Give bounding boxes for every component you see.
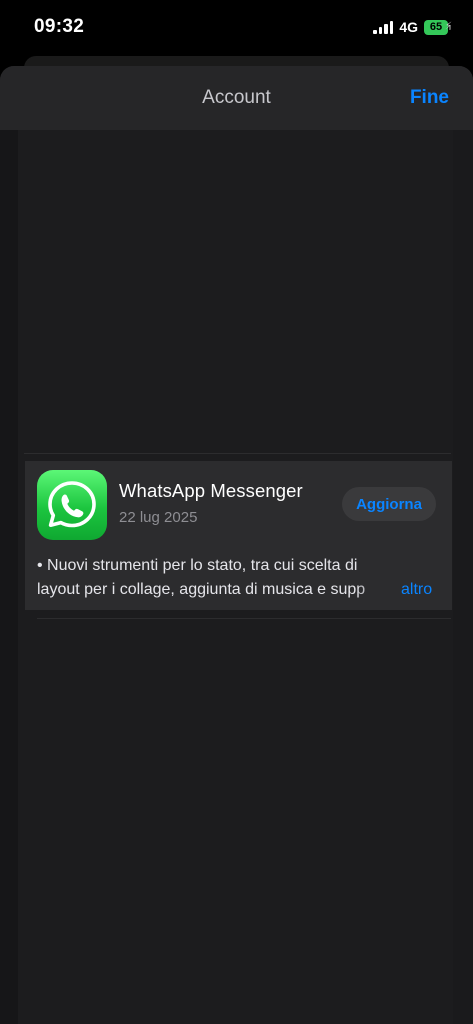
release-notes-line: • Nuovi strumenti per lo stato, tra cui …: [37, 557, 358, 574]
left-edge: [0, 130, 18, 1024]
app-name: WhatsApp Messenger: [119, 480, 303, 501]
right-edge: [453, 130, 473, 1024]
whatsapp-icon[interactable]: [37, 470, 107, 540]
app-update-card[interactable]: WhatsApp Messenger 22 lug 2025 Aggiorna …: [25, 461, 452, 610]
text-fade: [355, 578, 397, 602]
battery-icon: 65 ⚡: [424, 19, 452, 35]
done-button[interactable]: Fine: [410, 87, 449, 109]
charging-bolt-icon: ⚡: [444, 20, 452, 32]
screen: 09:32 4G 65 ⚡ Account Fine WhatsApp Mess…: [0, 0, 473, 1024]
release-notes-line: layout per i collage, aggiunta di musica…: [37, 581, 366, 598]
divider: [24, 453, 451, 454]
status-bar: 09:32 4G 65 ⚡: [0, 0, 473, 58]
account-sheet: Account Fine WhatsApp Messenger 22 lug 2…: [0, 66, 473, 1024]
update-date: 22 lug 2025: [119, 509, 198, 526]
status-indicators: 4G 65 ⚡: [373, 19, 452, 35]
release-notes: • Nuovi strumenti per lo stato, tra cui …: [37, 554, 397, 602]
update-button[interactable]: Aggiorna: [342, 487, 436, 521]
status-time: 09:32: [34, 16, 85, 37]
page-title: Account: [202, 87, 271, 108]
nav-bar: Account Fine: [0, 66, 473, 130]
signal-bars-icon: [373, 20, 394, 34]
network-type: 4G: [399, 19, 418, 35]
more-link[interactable]: altro: [401, 578, 432, 602]
battery-level: 65: [429, 21, 443, 33]
divider: [37, 618, 451, 619]
